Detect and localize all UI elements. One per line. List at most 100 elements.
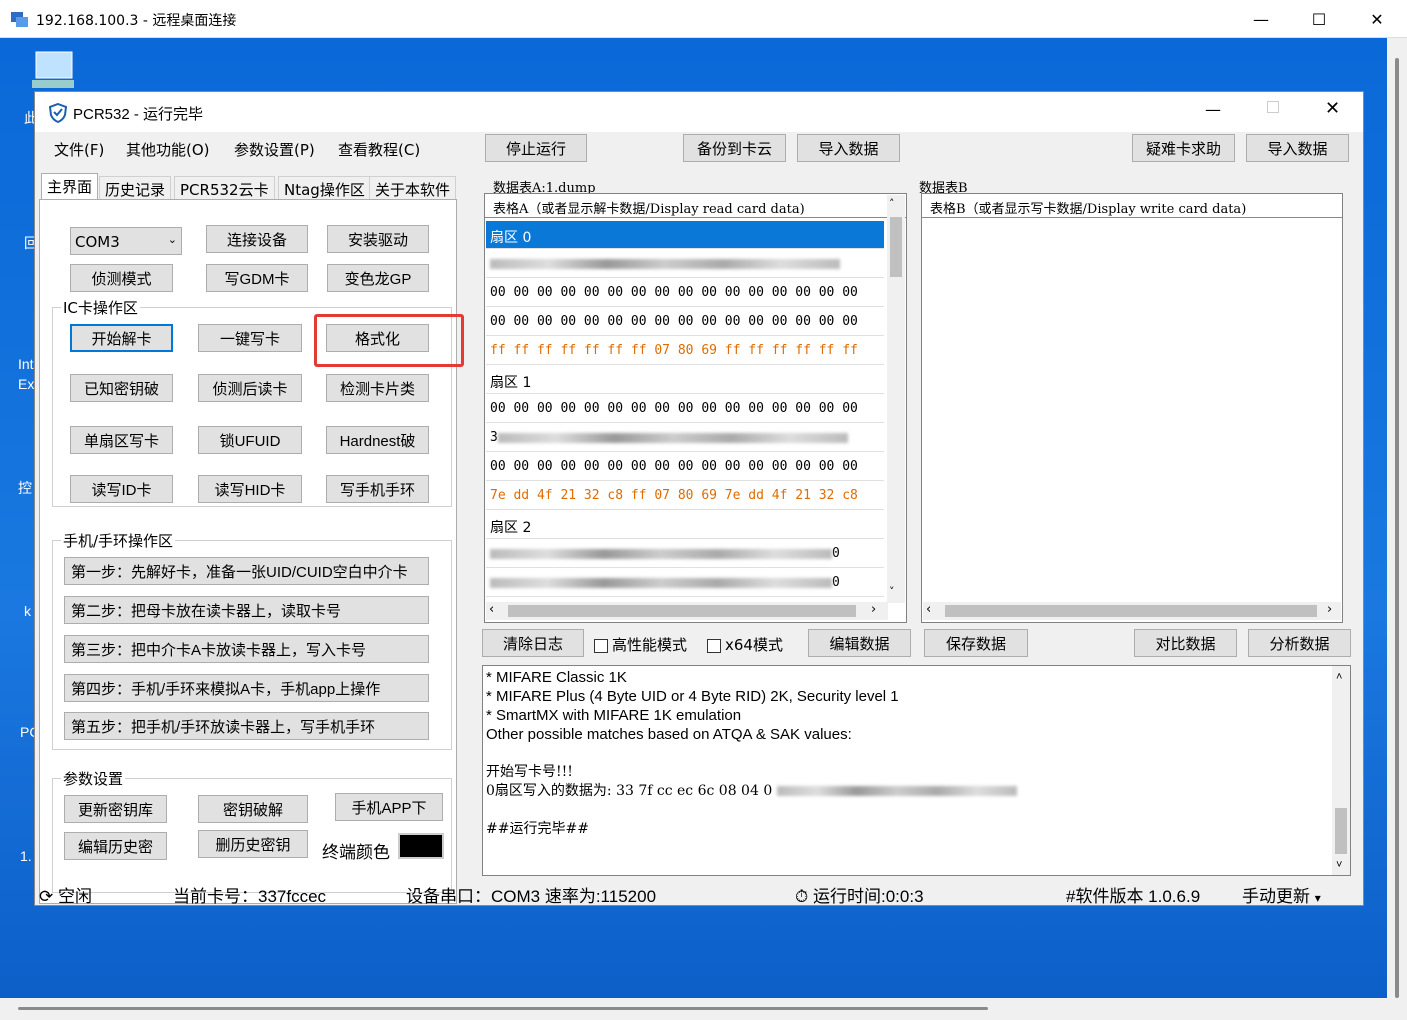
table-b[interactable]: 表格B（或者显示写卡数据/Display write card data) ‹ … — [921, 193, 1343, 623]
menu-tutorial[interactable]: 查看教程(C) — [338, 139, 420, 160]
import-data-button[interactable]: 导入数据 — [797, 134, 900, 162]
desktop-icon-label-2[interactable]: Int — [18, 356, 34, 372]
app-close-button[interactable]: ✕ — [1325, 98, 1340, 119]
desktop-icon-label-3[interactable]: Ex — [18, 376, 34, 392]
tab-ntag[interactable]: Ntag操作区 — [278, 176, 371, 200]
start-decode-button[interactable]: 开始解卡 — [70, 324, 173, 352]
table-row[interactable]: 0 — [486, 569, 884, 597]
one-click-write-button[interactable]: 一键写卡 — [198, 324, 302, 352]
desktop-icon-label-4[interactable]: 控 — [18, 478, 32, 498]
step-3-button[interactable]: 第三步：把中介卡A卡放读卡器上，写入卡号 — [64, 635, 429, 663]
menu-other[interactable]: 其他功能(O) — [126, 139, 210, 160]
scroll-thumb[interactable] — [890, 217, 902, 277]
rdp-icon — [11, 12, 28, 27]
table-row[interactable]: 扇区 1 — [486, 366, 884, 394]
rdp-minimize-button[interactable]: — — [1232, 0, 1290, 38]
table-a-vscroll[interactable]: ˄ ˅ — [887, 195, 905, 603]
detect-mode-button[interactable]: 侦测模式 — [70, 264, 173, 292]
scroll-thumb[interactable] — [1335, 808, 1347, 854]
table-a[interactable]: 表格A（或者显示解卡数据/Display read card data) 扇区 … — [484, 193, 907, 623]
log-output[interactable]: * MIFARE Classic 1K * MIFARE Plus (4 Byt… — [482, 665, 1351, 876]
table-row[interactable]: 00 00 00 00 00 00 00 00 00 00 00 00 00 0… — [486, 279, 884, 307]
tab-main[interactable]: 主界面 — [41, 173, 99, 201]
table-row[interactable]: ff ff ff ff ff ff ff 07 80 69 ff ff ff f… — [486, 337, 884, 365]
chameleon-gp-button[interactable]: 变色龙GP — [327, 264, 429, 292]
scroll-thumb[interactable] — [945, 605, 1317, 617]
import-data-button-2[interactable]: 导入数据 — [1246, 134, 1349, 162]
connect-device-button[interactable]: 连接设备 — [206, 225, 308, 253]
write-gdm-button[interactable]: 写GDM卡 — [206, 264, 308, 292]
x64-label: x64模式 — [725, 636, 783, 654]
step-5-button[interactable]: 第五步：把手机/手环放读卡器上，写手机手环 — [64, 712, 429, 740]
table-row[interactable]: 扇区 0 — [486, 221, 884, 249]
desktop-icon-label-7[interactable]: 1. — [20, 848, 32, 864]
log-line: ##运行完毕## — [486, 821, 589, 837]
single-sector-write-button[interactable]: 单扇区写卡 — [70, 426, 173, 454]
app-minimize-button[interactable]: — — [1205, 100, 1221, 119]
table-row[interactable]: 7e dd 4f 21 32 c8 ff 07 80 69 7e dd 4f 2… — [486, 482, 884, 510]
rdp-close-button[interactable]: ✕ — [1348, 0, 1406, 38]
table-row[interactable] — [486, 250, 884, 278]
update-keys-button[interactable]: 更新密钥库 — [64, 795, 167, 823]
checkbox-box — [594, 638, 608, 653]
log-line: 开始写卡号!!! — [486, 764, 573, 780]
app-maximize-button[interactable] — [1267, 101, 1279, 113]
known-key-crack-button[interactable]: 已知密钥破 — [70, 374, 173, 402]
tab-cloud[interactable]: PCR532云卡 — [174, 176, 275, 200]
delete-history-key-button[interactable]: 删历史密钥 — [198, 830, 308, 858]
computer-icon[interactable] — [30, 50, 76, 94]
compare-data-button[interactable]: 对比数据 — [1134, 629, 1237, 657]
table-row[interactable]: 00 00 00 00 00 00 00 00 00 00 00 00 00 0… — [486, 453, 884, 481]
main-panel: COM3 ⌄ 连接设备 安装驱动 侦测模式 写GDM卡 变色龙GP IC卡操作区 … — [39, 199, 457, 904]
step-1-button[interactable]: 第一步：先解好卡，准备一张UID/CUID空白中介卡 — [64, 557, 429, 585]
log-vscroll[interactable]: ˄ ˅ — [1332, 666, 1350, 875]
detect-read-button[interactable]: 侦测后读卡 — [198, 374, 302, 402]
table-row[interactable]: 00 00 00 00 00 00 00 00 00 00 00 00 00 0… — [486, 395, 884, 423]
desktop-icon-label-5[interactable]: k — [24, 603, 31, 619]
difficult-card-help-button[interactable]: 疑难卡求助 — [1132, 134, 1235, 162]
phone-app-download-button[interactable]: 手机APP下 — [335, 793, 443, 821]
chevron-left-icon: ‹ — [926, 602, 932, 617]
com-port-select[interactable]: COM3 ⌄ — [70, 227, 182, 255]
edit-data-button[interactable]: 编辑数据 — [808, 629, 911, 657]
manual-update-button[interactable]: 手动更新 ▾ — [1242, 882, 1321, 907]
analyze-data-button[interactable]: 分析数据 — [1248, 629, 1351, 657]
stop-button[interactable]: 停止运行 — [485, 134, 587, 162]
save-data-button[interactable]: 保存数据 — [924, 629, 1028, 657]
status-state: 空闲 — [57, 887, 92, 906]
runtime-text: 运行时间:0:0:3 — [813, 887, 924, 906]
clear-log-button[interactable]: 清除日志 — [482, 629, 584, 657]
tab-about[interactable]: 关于本软件 — [369, 176, 457, 200]
terminal-color-swatch[interactable] — [398, 833, 444, 859]
table-b-hscroll[interactable]: ‹ › — [923, 602, 1341, 620]
app-titlebar: PCR532 - 运行完毕 — ✕ — [35, 92, 1363, 132]
hardnest-crack-button[interactable]: Hardnest破 — [326, 426, 429, 454]
write-wristband-button[interactable]: 写手机手环 — [326, 475, 429, 503]
scroll-thumb[interactable] — [508, 605, 856, 617]
table-row[interactable]: 扇区 2 — [486, 511, 884, 539]
high-performance-checkbox[interactable]: 高性能模式 — [594, 634, 687, 655]
key-crack-button[interactable]: 密钥破解 — [198, 795, 308, 823]
log-line: * MIFARE Classic 1K — [486, 669, 627, 686]
menu-params[interactable]: 参数设置(P) — [234, 139, 315, 160]
tab-history[interactable]: 历史记录 — [99, 176, 172, 200]
table-a-hscroll[interactable]: ‹ › — [486, 602, 888, 620]
rw-hid-card-button[interactable]: 读写HID卡 — [198, 475, 302, 503]
lock-ufuid-button[interactable]: 锁UFUID — [198, 426, 302, 454]
step-2-button[interactable]: 第二步：把母卡放在读卡器上，读取卡号 — [64, 596, 429, 624]
step-4-button[interactable]: 第四步：手机/手环来模拟A卡，手机app上操作 — [64, 674, 429, 702]
rdp-vertical-scrollbar[interactable] — [1387, 38, 1407, 998]
rdp-maximize-button[interactable]: ☐ — [1290, 0, 1348, 38]
table-row[interactable]: 00 00 00 00 00 00 00 00 00 00 00 00 00 0… — [486, 308, 884, 336]
chevron-down-icon: ˅ — [1336, 859, 1343, 871]
table-row[interactable]: 3 — [486, 424, 884, 452]
rdp-horizontal-scrollbar[interactable] — [0, 998, 1407, 1020]
rw-id-card-button[interactable]: 读写ID卡 — [70, 475, 173, 503]
menu-file[interactable]: 文件(F) — [54, 139, 104, 160]
table-row[interactable]: 0 — [486, 540, 884, 568]
x64-checkbox[interactable]: x64模式 — [707, 634, 783, 655]
edit-history-key-button[interactable]: 编辑历史密 — [64, 832, 167, 860]
backup-to-cloud-button[interactable]: 备份到卡云 — [683, 134, 786, 162]
detect-card-type-button[interactable]: 检测卡片类 — [326, 374, 429, 402]
install-driver-button[interactable]: 安装驱动 — [327, 225, 429, 253]
